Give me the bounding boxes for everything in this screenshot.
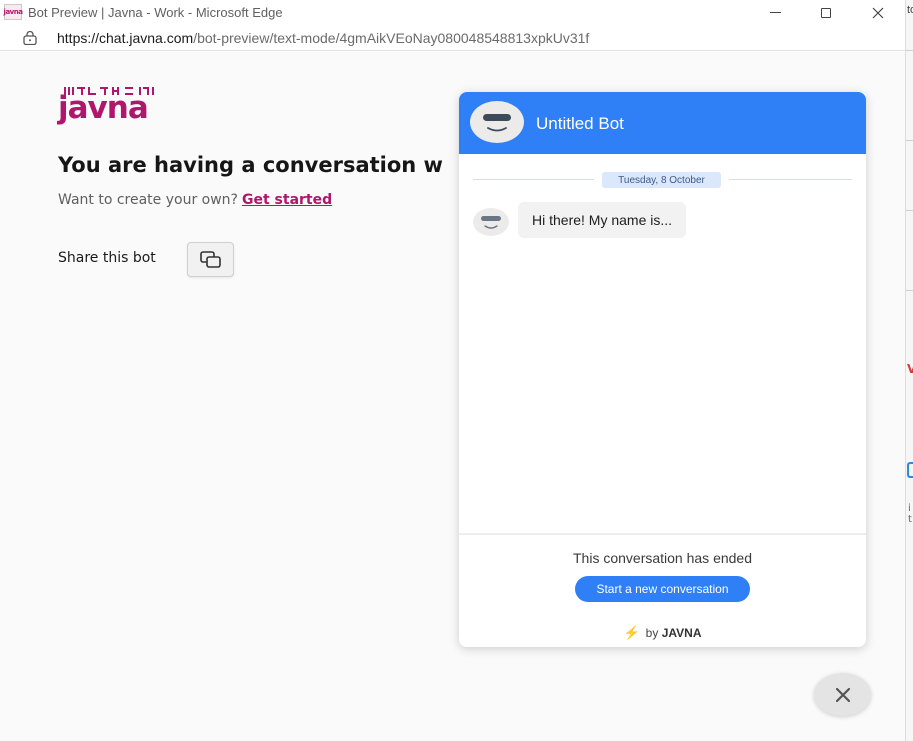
window-title: Bot Preview | Javna - Work - Microsoft E… [28,5,283,20]
logo-text: javna [58,90,149,126]
close-chat-button[interactable] [814,673,871,716]
close-icon [835,687,850,702]
edge-divider [906,290,913,291]
edge-text-lower: i t [908,503,912,525]
page-headline: You are having a conversation w [58,153,443,177]
close-icon [872,7,884,18]
powered-by-brand: JAVNA [661,626,702,640]
blue-mark-icon [907,462,913,478]
url-text[interactable]: https://chat.javna.com/bot-preview/text-… [57,30,589,46]
url-host: https://chat.javna.com [57,30,194,46]
minimize-button[interactable] [752,0,798,25]
date-divider-left [473,179,594,180]
edge-divider [906,140,913,141]
create-your-own-text: Want to create your own? [58,192,238,208]
bot-message-bubble: Hi there! My name is... [518,202,687,238]
url-path: /bot-preview/text-mode/4gmAikVEoNay08004… [193,30,590,46]
copy-link-button[interactable] [187,242,234,277]
window-titlebar: javna Bot Preview | Javna - Work - Micro… [0,0,905,25]
powered-by-prefix: by [645,626,659,640]
edge-divider [906,50,913,51]
address-bar[interactable]: https://chat.javna.com/bot-preview/text-… [0,25,905,51]
edge-divider [906,210,913,211]
message-avatar [473,208,509,236]
powered-by[interactable]: ⚡ by JAVNA [459,625,866,641]
lightning-bolt-icon: ⚡ [623,625,640,640]
bot-face-icon [481,216,501,229]
red-mark-icon: V [907,362,913,376]
page-content: javna You are having a conversation w Wa… [0,52,905,741]
share-bot-label: Share this bot [58,250,156,266]
background-window-edge: to V i t [905,0,913,741]
minimize-icon [769,12,781,13]
date-separator: Tuesday, 8 October [473,172,852,188]
chat-footer: This conversation has ended Start a new … [459,533,866,647]
maximize-button[interactable] [803,0,849,25]
app-icon-label: javna [3,8,23,16]
get-started-link[interactable]: Get started [242,192,332,208]
javna-logo[interactable]: javna [58,86,158,124]
conversation-ended-text: This conversation has ended [573,550,752,566]
bot-message-row: Hi there! My name is... [473,202,852,242]
start-new-conversation-button[interactable]: Start a new conversation [575,576,750,602]
chat-header: Untitled Bot [459,92,866,154]
copy-icon [199,250,221,268]
chat-widget: Untitled Bot Tuesday, 8 October Hi there… [459,92,866,647]
date-badge: Tuesday, 8 October [602,172,721,188]
date-divider-right [729,179,852,180]
create-your-own-line: Want to create your own? Get started [58,192,332,208]
javna-app-icon: javna [3,4,23,20]
edge-text-top: to [907,4,913,16]
close-window-button[interactable] [855,0,901,25]
bot-title: Untitled Bot [536,114,624,133]
bot-avatar [470,101,524,143]
maximize-icon [821,7,831,18]
lock-icon[interactable] [22,31,38,45]
bot-face-icon [483,114,511,132]
